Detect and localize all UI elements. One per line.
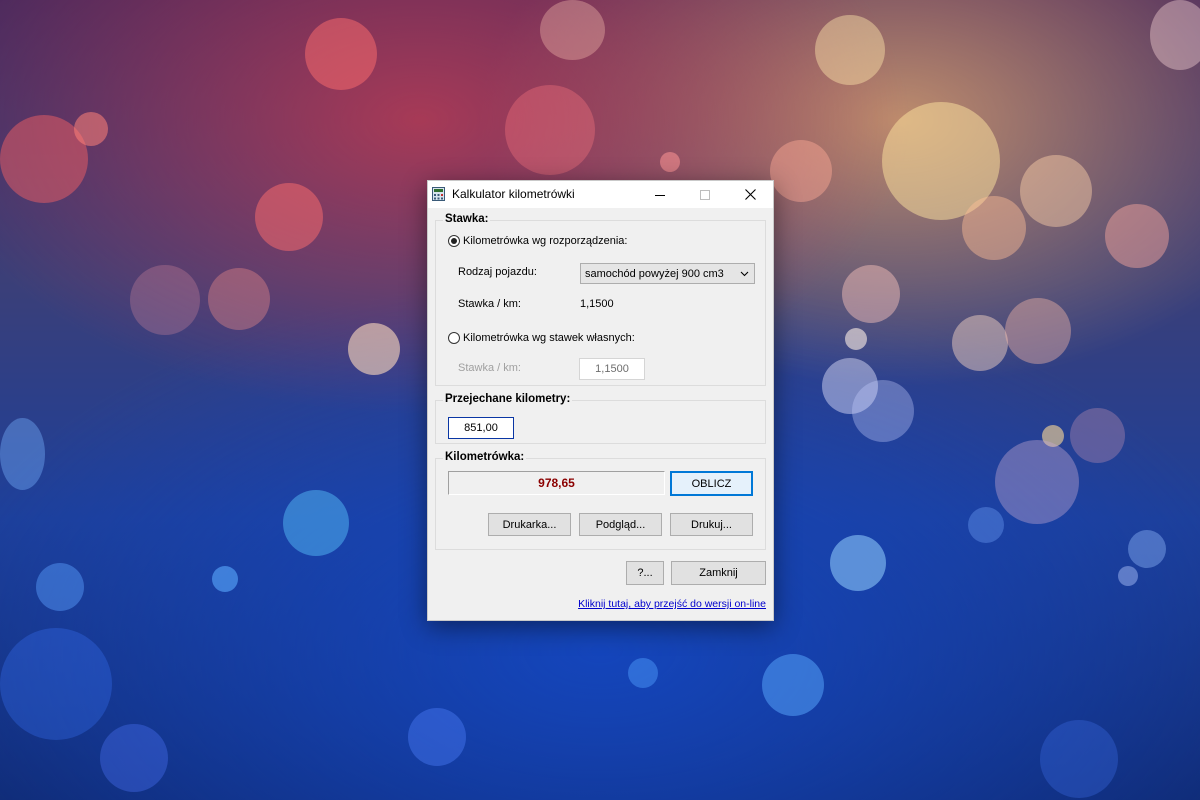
maximize-icon [700, 189, 710, 200]
radio-regulation-label: Kilometrówka wg rozporządzenia: [463, 235, 628, 247]
minimize-icon [655, 194, 665, 196]
chevron-down-icon [740, 271, 749, 277]
calculate-button[interactable]: OBLICZ [670, 471, 753, 496]
vehicle-type-value: samochód powyżej 900 cm3 [585, 267, 724, 280]
result-group: Kilometrówka: 978,65 OBLICZ Drukarka... … [435, 451, 766, 550]
online-version-link[interactable]: Kliknij tutaj, aby przejść do wersji on-… [578, 598, 766, 610]
custom-rate-label: Stawka / km: [458, 362, 521, 374]
distance-group-label: Przejechane kilometry: [443, 393, 573, 405]
radio-custom-label: Kilometrówka wg stawek własnych: [463, 332, 635, 344]
vehicle-type-label: Rodzaj pojazdu: [458, 266, 537, 278]
distance-input[interactable]: 851,00 [448, 417, 514, 439]
distance-group: Przejechane kilometry: 851,00 [435, 393, 766, 444]
preview-button[interactable]: Podgląd... [579, 513, 662, 536]
result-group-label: Kilometrówka: [443, 451, 527, 463]
printer-button[interactable]: Drukarka... [488, 513, 571, 536]
maximize-button[interactable] [682, 181, 728, 208]
vehicle-type-select[interactable]: samochód powyżej 900 cm3 [580, 263, 755, 284]
rate-group-label: Stawka: [443, 213, 491, 225]
custom-rate-input[interactable]: 1,1500 [579, 358, 645, 380]
rate-per-km-label: Stawka / km: [458, 298, 521, 310]
close-button[interactable]: Zamknij [671, 561, 766, 585]
calculator-window: Kalkulator kilometrówki Stawka: Kilometr… [427, 180, 774, 621]
result-display: 978,65 [448, 471, 665, 495]
title-bar[interactable]: Kalkulator kilometrówki [428, 181, 773, 208]
distance-value: 851,00 [464, 422, 498, 434]
calculator-app-icon [432, 187, 445, 201]
rate-per-km-value: 1,1500 [580, 298, 614, 310]
radio-regulation-indicator[interactable] [448, 235, 460, 247]
window-title: Kalkulator kilometrówki [452, 187, 575, 201]
print-button[interactable]: Drukuj... [670, 513, 753, 536]
close-window-button[interactable] [727, 181, 773, 208]
radio-regulation-rate[interactable]: Kilometrówka wg rozporządzenia: [448, 235, 627, 247]
minimize-button[interactable] [637, 181, 683, 208]
help-button[interactable]: ?... [626, 561, 664, 585]
custom-rate-value: 1,1500 [595, 363, 629, 375]
radio-custom-indicator[interactable] [448, 332, 460, 344]
radio-custom-rate[interactable]: Kilometrówka wg stawek własnych: [448, 332, 635, 344]
close-icon [744, 189, 756, 200]
rate-group: Stawka: Kilometrówka wg rozporządzenia: … [435, 213, 766, 386]
